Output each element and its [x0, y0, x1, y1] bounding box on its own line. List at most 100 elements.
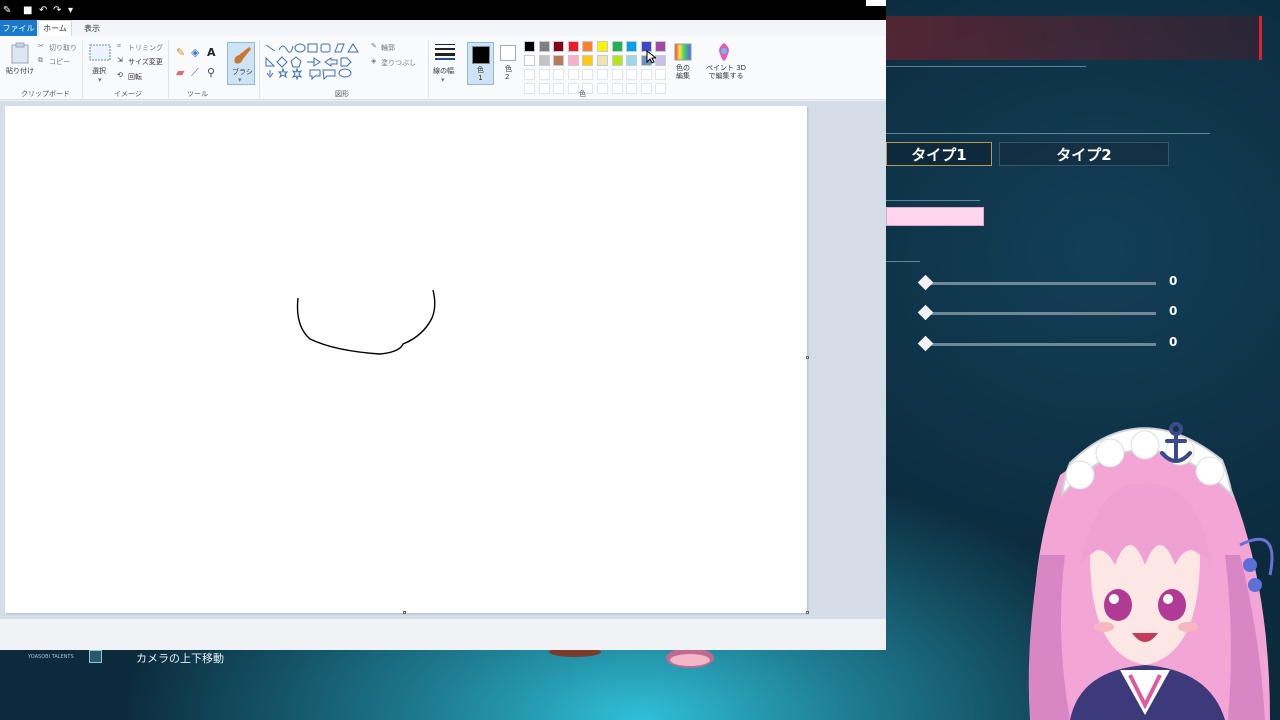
color-swatch[interactable] [655, 41, 667, 52]
resize-label[interactable]: サイズ変更 [128, 57, 163, 67]
pencil-icon[interactable]: ✎ [176, 46, 185, 59]
color2-label[interactable]: 色 2 [505, 65, 512, 81]
slider-1[interactable]: 0 [917, 274, 1188, 292]
color-swatch[interactable] [597, 55, 608, 66]
slider-3[interactable]: 0 [917, 335, 1188, 353]
customize-quick-access-icon[interactable]: ▾ [68, 6, 77, 16]
color-swatch[interactable] [553, 55, 565, 66]
color-swatch[interactable] [582, 41, 594, 52]
crop-icon[interactable]: ⌗ [117, 42, 121, 51]
color-swatch[interactable] [538, 41, 550, 52]
chevron-down-icon[interactable]: ▾ [98, 76, 102, 84]
rotate-icon[interactable]: ⟲ [117, 71, 123, 79]
chevron-down-icon[interactable]: ▾ [441, 76, 445, 84]
scissors-icon[interactable]: ✂ [38, 42, 44, 50]
custom-color-slot[interactable] [524, 69, 535, 80]
window-control[interactable] [866, 0, 886, 6]
edit-colors-label[interactable]: 色の 編集 [676, 64, 690, 80]
color-swatch[interactable] [597, 41, 608, 52]
line-size-label[interactable]: 線の幅 [433, 66, 454, 76]
color-swatch[interactable] [524, 41, 535, 52]
color-swatch[interactable] [567, 55, 579, 66]
outline-icon[interactable]: ✎ [371, 42, 377, 50]
custom-color-slot[interactable] [524, 83, 535, 94]
resize-icon[interactable]: ⇲ [117, 56, 123, 64]
color-swatch[interactable] [626, 41, 638, 52]
color-swatch[interactable] [553, 41, 565, 52]
custom-color-slot[interactable] [597, 83, 608, 94]
paste-label[interactable]: 貼り付け [6, 66, 34, 76]
color-swatch[interactable] [626, 55, 638, 66]
shapes-gallery[interactable] [263, 42, 363, 80]
copy-icon[interactable]: ⧉ [38, 56, 43, 65]
color-swatch[interactable] [611, 55, 623, 66]
color-swatch-bar[interactable] [886, 207, 984, 226]
tab-view[interactable]: 表示 [84, 20, 100, 36]
color-swatch[interactable] [567, 41, 579, 52]
custom-color-slot[interactable] [538, 83, 550, 94]
custom-color-slot[interactable] [655, 83, 667, 94]
resize-handle-bottom[interactable] [403, 611, 406, 614]
fill-shape-icon[interactable]: ◈ [371, 57, 376, 65]
tab-type1[interactable]: タイプ1 [886, 142, 992, 166]
redo-icon[interactable]: ↷ [53, 6, 62, 16]
undo-icon[interactable]: ↶ [39, 6, 48, 16]
paint3d-label[interactable]: ペイント 3D で編集する [706, 64, 746, 80]
custom-color-slot[interactable] [553, 69, 565, 80]
resize-handle-corner[interactable] [806, 611, 809, 614]
custom-color-slot[interactable] [640, 83, 652, 94]
custom-color-slot[interactable] [611, 69, 623, 80]
slider-handle[interactable] [917, 304, 934, 321]
outline-label[interactable]: 輪郭 [381, 43, 395, 53]
color-swatch[interactable] [582, 55, 594, 66]
select-label[interactable]: 選択 [92, 66, 106, 76]
custom-color-slot[interactable] [582, 69, 594, 80]
custom-color-slot[interactable] [567, 69, 579, 80]
line-size-icon[interactable] [434, 42, 456, 60]
tab-home[interactable]: ホーム [38, 20, 72, 36]
group-separator [428, 40, 429, 98]
select-icon[interactable] [89, 44, 111, 62]
fill-icon[interactable]: ◈ [191, 46, 199, 59]
drawing-canvas[interactable] [5, 106, 807, 613]
custom-color-slot[interactable] [626, 83, 638, 94]
color2-swatch[interactable] [500, 45, 516, 61]
custom-color-slot[interactable] [655, 69, 667, 80]
menu-file[interactable]: ファイル [0, 20, 37, 36]
color-swatch[interactable] [538, 55, 550, 66]
save-icon[interactable]: ■ [23, 6, 32, 16]
crop-label[interactable]: トリミング [128, 43, 163, 53]
custom-color-slot[interactable] [626, 69, 638, 80]
custom-color-slot[interactable] [567, 83, 579, 94]
slider-handle[interactable] [917, 335, 934, 352]
brush-button[interactable]: ブラシ ▾ [227, 42, 255, 85]
edit-colors-icon[interactable] [674, 43, 692, 61]
fill-shape-label[interactable]: 塗りつぶし [381, 58, 416, 68]
eraser-icon[interactable]: ▰ [176, 66, 184, 79]
slider-value: 0 [1169, 304, 1178, 318]
custom-color-slot[interactable] [538, 69, 550, 80]
color-swatch[interactable] [655, 55, 667, 66]
slider-2[interactable]: 0 [917, 304, 1188, 322]
slider-value: 0 [1169, 335, 1178, 349]
color-swatch[interactable] [524, 55, 535, 66]
custom-color-slot[interactable] [611, 83, 623, 94]
custom-color-slot[interactable] [553, 83, 565, 94]
custom-color-slot[interactable] [640, 69, 652, 80]
text-icon[interactable]: A [207, 46, 216, 59]
paste-icon[interactable] [10, 42, 30, 64]
custom-color-slot[interactable] [597, 69, 608, 80]
slider-handle[interactable] [917, 274, 934, 291]
tab-type2[interactable]: タイプ2 [999, 142, 1169, 166]
divider [886, 200, 980, 201]
copy-label[interactable]: コピー [49, 57, 70, 67]
paint3d-icon[interactable] [716, 42, 732, 62]
color-swatch[interactable] [611, 41, 623, 52]
cut-label[interactable]: 切り取り [49, 43, 77, 53]
mouse-cursor-icon [646, 50, 656, 64]
color-picker-icon[interactable]: ⟋ [191, 66, 199, 80]
rotate-label[interactable]: 回転 [128, 72, 142, 82]
color1-button[interactable]: 色 1 [467, 42, 494, 85]
magnifier-icon[interactable]: ⚲ [207, 66, 215, 79]
resize-handle-right[interactable] [806, 356, 809, 359]
